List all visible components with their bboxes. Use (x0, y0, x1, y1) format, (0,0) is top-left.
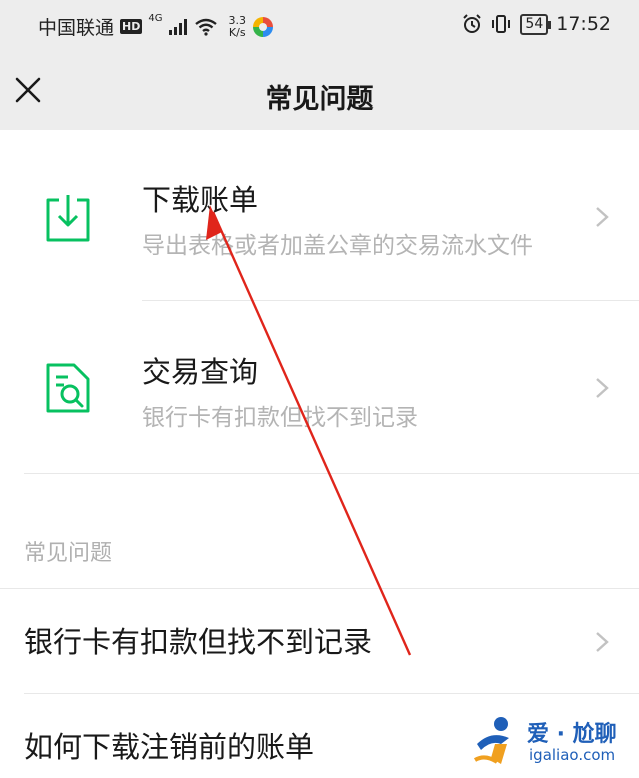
signal-icon (169, 18, 188, 35)
download-bill-entry[interactable]: 下载账单 导出表格或者加盖公章的交易流水文件 (0, 130, 639, 300)
nav-bar: 常见问题 (0, 52, 639, 130)
carrier-label: 中国联通 (38, 17, 115, 39)
status-right: 54 17:52 (462, 13, 611, 35)
clock: 17:52 (556, 13, 611, 35)
chevron-right-icon (596, 632, 609, 652)
chevron-right-icon (596, 207, 609, 227)
card-title: 下载账单 (142, 183, 259, 217)
wifi-icon (195, 18, 218, 36)
faq-section-title: 常见问题 (24, 541, 113, 566)
speed-unit: K/s (228, 25, 246, 39)
speed-value: 3.3 (228, 13, 246, 27)
watermark-logo-icon (473, 717, 509, 764)
vibrate-icon (492, 15, 511, 33)
app-logo-icon (252, 16, 273, 37)
card-title: 交易查询 (142, 355, 259, 389)
faq-item[interactable]: 银行卡有扣款但找不到记录 (0, 589, 639, 693)
card-subtitle: 银行卡有扣款但找不到记录 (142, 405, 418, 431)
page-title: 常见问题 (265, 84, 374, 115)
card-subtitle: 导出表格或者加盖公章的交易流水文件 (142, 233, 533, 259)
watermark: 爱 · 尬聊 igaliao.com (471, 712, 631, 772)
search-document-icon (46, 363, 90, 413)
faq-item-label: 银行卡有扣款但找不到记录 (24, 625, 373, 659)
watermark-name: 爱 · 尬聊 (527, 722, 617, 747)
watermark-url: igaliao.com (529, 746, 616, 764)
status-bar: 中国联通 HD 4G 3.3 K/s 54 17:52 (0, 0, 639, 52)
network-label: 4G (148, 13, 163, 24)
battery-indicator: 54 (520, 13, 552, 35)
status-left: 中国联通 HD 4G 3.3 K/s (38, 13, 274, 40)
download-icon (46, 195, 90, 242)
divider (24, 473, 639, 474)
network-speed: 3.3 K/s (228, 13, 246, 39)
chevron-right-icon (596, 378, 609, 398)
hd-badge: HD (120, 19, 143, 34)
faq-item-label: 如何下载注销前的账单 (24, 730, 315, 764)
alarm-icon (463, 14, 482, 33)
transaction-query-entry[interactable]: 交易查询 银行卡有扣款但找不到记录 (0, 301, 639, 473)
